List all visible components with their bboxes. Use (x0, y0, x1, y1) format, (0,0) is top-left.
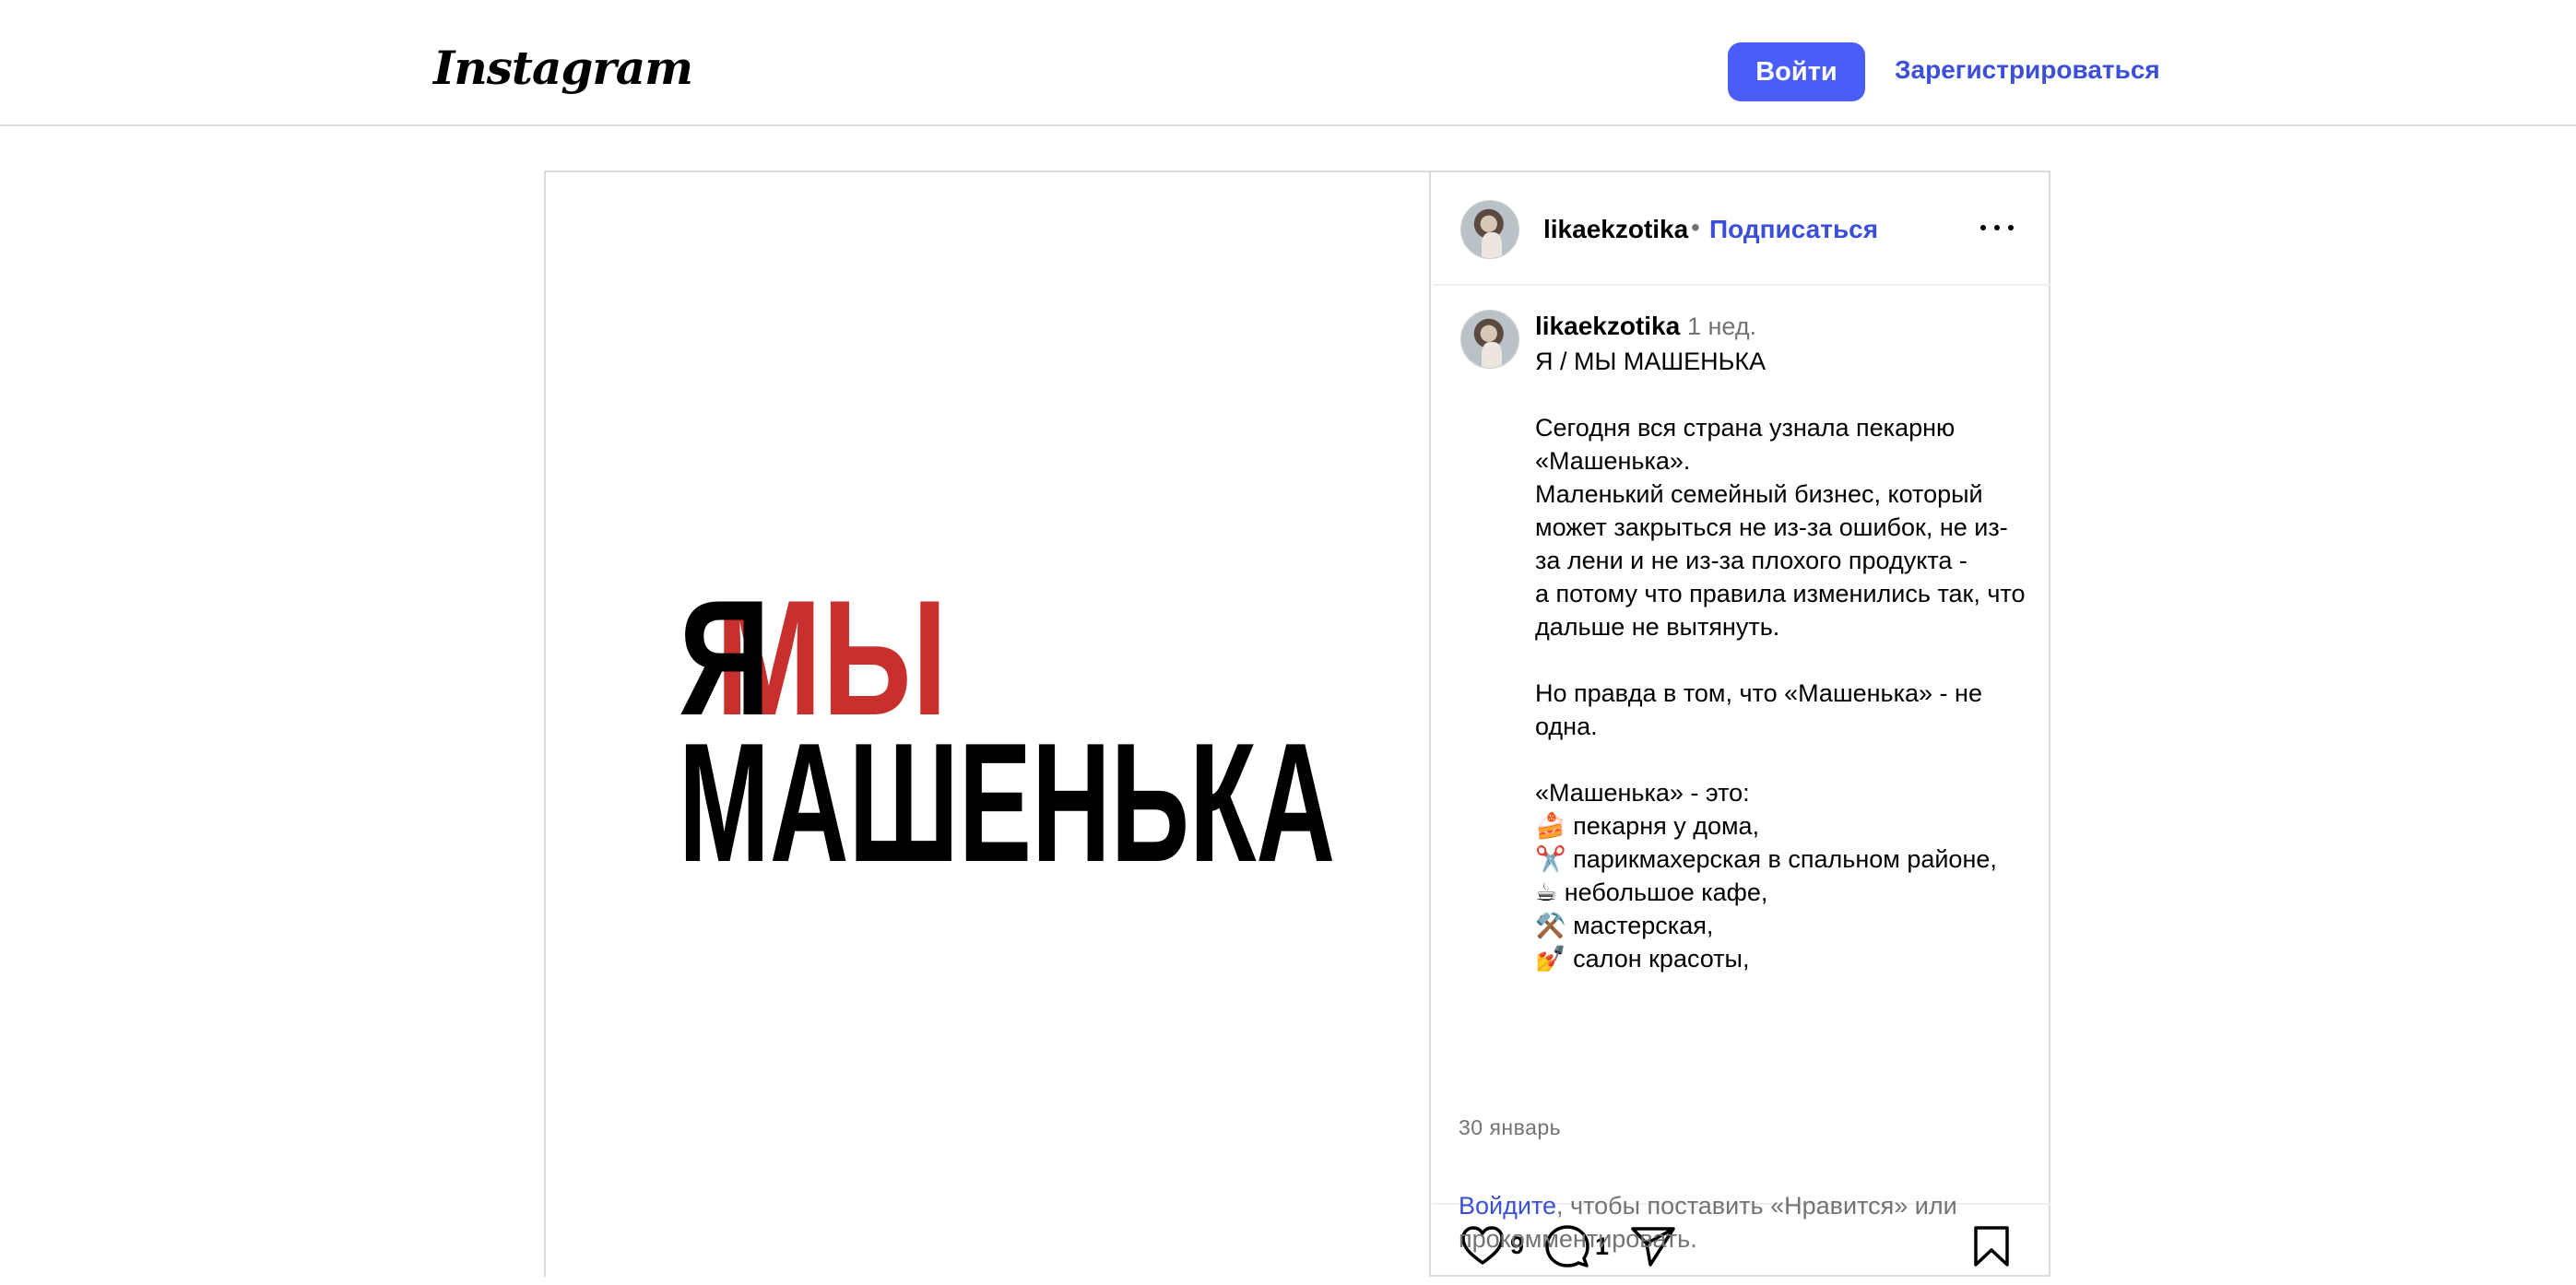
image-text-mashenka: МАШЕНЬКА (679, 707, 1336, 897)
post-sidebar: likaekzotika • Подписаться likaekzotika … (1433, 172, 2050, 1277)
login-prompt-link[interactable]: Войдите (1459, 1192, 1556, 1220)
separator-dot: • (1691, 213, 1700, 242)
signup-link[interactable]: Зарегистрироваться (1895, 55, 2160, 85)
instagram-logo[interactable]: Instagram (433, 41, 693, 95)
top-header: Instagram Войти Зарегистрироваться (0, 0, 2576, 126)
post-image[interactable]: Я МЫ МАШЕНЬКА (546, 172, 1431, 1277)
login-prompt: Войдите, чтобы поставить «Нравится» или … (1459, 1189, 2030, 1256)
caption-avatar[interactable] (1460, 310, 1519, 369)
post-card: Я МЫ МАШЕНЬКА likaekzotika • Подписаться… (544, 171, 2050, 1277)
caption-text: Я / МЫ МАШЕНЬКА Сегодня вся страна узнал… (1535, 348, 2026, 973)
author-avatar[interactable] (1460, 200, 1519, 259)
post-author-header: likaekzotika • Подписаться (1433, 172, 2050, 286)
caption-timestamp[interactable]: 1 нед. (1687, 312, 1756, 341)
author-username[interactable]: likaekzotika (1543, 215, 1688, 244)
login-button[interactable]: Войти (1728, 42, 1865, 101)
follow-button[interactable]: Подписаться (1709, 215, 1878, 244)
post-image-graphic: Я МЫ МАШЕНЬКА (679, 576, 1335, 1050)
more-options-icon[interactable] (1980, 217, 2014, 239)
post-date: 30 январь (1459, 1115, 1562, 1139)
caption-username[interactable]: likaekzotika (1535, 312, 1680, 341)
caption-scroll-area[interactable]: likaekzotika 1 нед. Я / МЫ МАШЕНЬКА Сего… (1433, 288, 2050, 1205)
